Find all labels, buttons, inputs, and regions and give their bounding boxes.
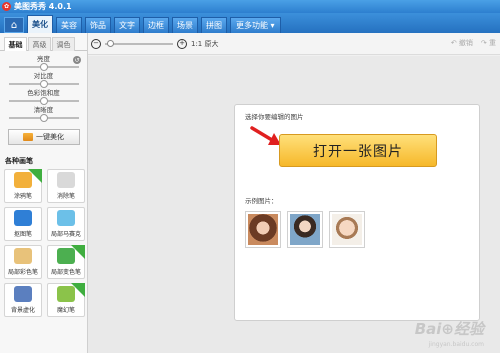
subtab-color[interactable]: 调色 [52,37,75,51]
color-brush-icon [14,248,32,264]
subtab-basic[interactable]: 基础 [4,37,27,51]
view-toolbar: − + 1:1 原大 ↶ 撤销 ↷ 重 [88,33,500,55]
brush-tool[interactable]: 消除笔 [47,169,85,203]
tab-accessories[interactable]: 饰品 [85,17,111,33]
open-image-button[interactable]: 打开一张图片 [279,134,437,167]
history-controls: ↶ 撤销 ↷ 重 [451,38,496,48]
brush-tool[interactable]: 魔幻笔 [47,283,85,317]
brush-tools-grid: 涂鸦笔 消除笔抠图笔 局部马赛克局部彩色笔 局部变色笔背景虚化 魔幻笔 [0,166,87,320]
brushes-heading: 各种画笔 [5,157,33,165]
new-badge [71,283,85,297]
watermark-logo: Bai⊕经验 [414,320,484,338]
brush-tool-label: 局部彩色笔 [7,269,38,276]
home-button[interactable]: ⌂ [4,17,24,33]
tab-beauty[interactable]: 美容 [56,17,82,33]
actual-size-button[interactable]: 1:1 原大 [191,39,219,49]
saturation-slider-row: 色彩饱和度 [6,89,81,106]
contrast-slider-row: 对比度 [6,72,81,89]
beautify-label: 一键美化 [36,133,64,141]
sharpness-label: 清晰度 [33,106,54,114]
eraser-icon [57,172,75,188]
brush-tool-label: 局部马赛克 [50,231,81,238]
brush-tool-label: 背景虚化 [10,307,35,314]
brush-tool-label: 消除笔 [56,193,75,200]
subtab-advanced[interactable]: 高级 [28,37,51,51]
reset-icon[interactable]: ↺ [73,56,81,64]
app-title: 美图秀秀 4.0.1 [14,2,72,11]
watermark-url: jingyan.baidu.com [428,341,484,348]
tab-text[interactable]: 文字 [114,17,140,33]
sharpness-slider[interactable] [8,114,79,122]
slider-handle[interactable] [39,80,48,88]
brush-tool[interactable]: 背景虚化 [4,283,42,317]
main-nav: ⌂ 美化 美容 饰品 文字 边框 场景 拼图 更多功能 ▾ [0,13,500,33]
tab-scene[interactable]: 场景 [172,17,198,33]
saturation-label: 色彩饱和度 [27,89,60,97]
brush-tool[interactable]: 抠图笔 [4,207,42,241]
zoom-out-icon[interactable]: − [91,38,101,49]
brightness-label: 亮度 [37,55,50,63]
brush-tool[interactable]: 涂鸦笔 [4,169,42,203]
sample-photo-woman-icon [248,214,278,245]
zoom-in-icon[interactable]: + [177,38,187,49]
saturation-slider[interactable] [8,97,79,105]
mosaic-icon [57,210,75,226]
brush-tool-label: 魔幻笔 [56,307,75,314]
slider-handle[interactable] [39,114,48,122]
tab-beautify[interactable]: 美化 [27,15,53,33]
sharpness-slider-row: 清晰度 [6,106,81,123]
home-icon: ⌂ [10,19,18,31]
sample-image-2[interactable] [287,211,323,248]
slider-group: ↺ 亮度 对比度 色彩饱和度 清晰度 [0,51,87,123]
new-badge [71,245,85,259]
app-logo-icon: ✿ [2,2,11,11]
redo-button[interactable]: ↷ 重 [481,38,496,48]
cutout-brush-icon [14,210,32,226]
more-features-menu[interactable]: 更多功能 ▾ [230,17,281,33]
brush-tool[interactable]: 局部马赛克 [47,207,85,241]
brush-tool-label: 涂鸦笔 [13,193,32,200]
contrast-slider[interactable] [8,80,79,88]
sample-photo-girl-icon [290,214,320,245]
slider-handle[interactable] [39,63,48,71]
contrast-label: 对比度 [33,72,54,80]
brush-tool-label: 局部变色笔 [50,269,81,276]
tab-frame[interactable]: 边框 [143,17,169,33]
brush-tool[interactable]: 局部变色笔 [47,245,85,279]
brush-tool[interactable]: 局部彩色笔 [4,245,42,279]
adjust-subtabs: 基础 高级 调色 [0,37,87,51]
one-click-beautify-button[interactable]: 一键美化 [7,129,80,145]
sample-image-3[interactable] [329,211,365,248]
zoom-handle[interactable] [107,39,114,47]
magic-wand-icon [23,133,33,141]
brush-tool-label: 抠图笔 [13,231,32,238]
new-badge [28,169,42,183]
tab-collage[interactable]: 拼图 [201,17,227,33]
undo-button[interactable]: ↶ 撤销 [451,38,473,48]
blur-background-icon [14,286,32,302]
choose-image-label: 选择你要编辑的图片 [245,113,304,121]
zoom-slider[interactable] [105,39,173,47]
title-bar: ✿ 美图秀秀 4.0.1 [0,0,500,13]
brightness-slider[interactable] [8,63,79,71]
canvas-area: 选择你要编辑的图片 打开一张图片 示例图片： Bai⊕经验 jingyan.ba… [88,56,500,353]
open-image-card: 选择你要编辑的图片 打开一张图片 示例图片： [234,104,480,321]
sample-image-1[interactable] [245,211,281,248]
sample-images-label: 示例图片： [245,197,278,205]
slider-handle[interactable] [39,97,48,105]
adjust-panel: 基础 高级 调色 ↺ 亮度 对比度 色彩饱和度 清晰度 一键美化 各种画笔 涂鸦… [0,33,88,353]
brightness-slider-row: 亮度 [6,55,81,72]
sample-photo-baby-icon [332,214,362,245]
